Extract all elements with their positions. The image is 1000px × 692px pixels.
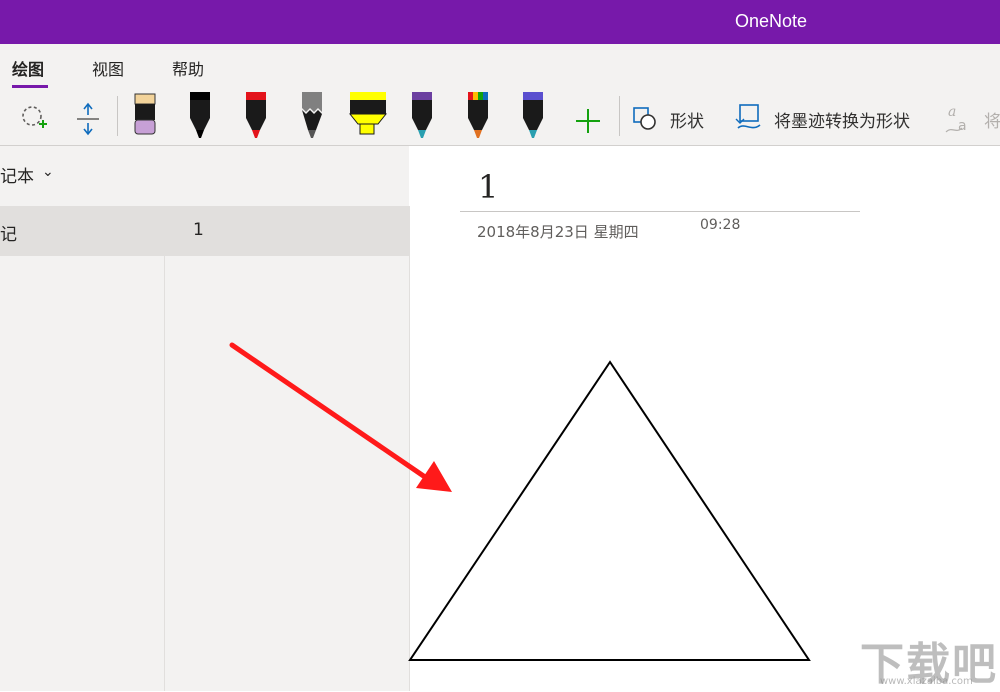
pen-black-icon xyxy=(190,92,210,138)
shapes-label: 形状 xyxy=(670,112,704,132)
eraser-icon xyxy=(134,93,156,135)
add-pen-button[interactable] xyxy=(566,92,610,142)
ribbon-toolbar: 形状 将墨迹转换为形状 a a 将 xyxy=(0,88,1000,146)
shapes-button[interactable]: 形状 xyxy=(628,92,714,142)
galaxy-pen-teal-button[interactable] xyxy=(511,92,555,142)
ink-to-shape-button[interactable]: 将墨迹转换为形状 xyxy=(732,92,922,142)
highlighter-icon xyxy=(348,92,388,135)
lasso-select-button[interactable] xyxy=(12,92,56,142)
page-time: 09:28 xyxy=(700,217,741,233)
page-item[interactable]: 1 xyxy=(165,206,409,256)
plus-icon xyxy=(576,109,600,133)
shapes-icon xyxy=(633,107,656,130)
page-title[interactable]: 1 xyxy=(478,168,498,206)
eraser-button[interactable] xyxy=(123,92,167,142)
title-bar: OneNote xyxy=(0,0,1000,44)
svg-text:a: a xyxy=(958,118,967,134)
galaxy-pen-teal-icon xyxy=(523,92,543,138)
ribbon-divider xyxy=(117,96,118,136)
ink-to-shape-icon xyxy=(735,104,761,129)
page-canvas[interactable]: 1 2018年8月23日 星期四 09:28 xyxy=(410,146,1000,691)
section-item[interactable]: 记 xyxy=(0,206,164,256)
section-list: 记 xyxy=(0,206,165,691)
pen-red-button[interactable] xyxy=(234,92,278,142)
ink-to-text-label: 将 xyxy=(984,112,1000,132)
notebook-name[interactable]: 记本 xyxy=(0,162,34,187)
ink-to-shape-label: 将墨迹转换为形状 xyxy=(774,112,910,132)
page-item-label: 1 xyxy=(193,220,204,240)
navigation-pane: 记本 ⌄ 记 1 xyxy=(0,146,410,691)
watermark-url: www.xiazaiba.com xyxy=(880,676,973,687)
pen-black-button[interactable] xyxy=(178,92,222,142)
chevron-down-icon[interactable]: ⌄ xyxy=(42,164,54,180)
add-space-icon xyxy=(77,102,99,136)
pencil-button[interactable] xyxy=(290,92,334,142)
ribbon-divider xyxy=(619,96,620,136)
pen-red-icon xyxy=(246,92,266,138)
add-space-button[interactable] xyxy=(66,92,110,142)
pencil-icon xyxy=(302,92,322,138)
page-list: 1 xyxy=(165,206,410,691)
ink-to-text-button[interactable]: a a 将 xyxy=(942,92,1000,142)
galaxy-pen-purple-icon xyxy=(412,92,432,138)
tab-view[interactable]: 视图 xyxy=(92,56,124,80)
title-underline xyxy=(460,211,860,212)
page-date: 2018年8月23日 星期四 xyxy=(477,223,639,241)
lasso-select-icon xyxy=(22,106,47,128)
app-title: OneNote xyxy=(735,11,808,31)
tab-draw[interactable]: 绘图 xyxy=(12,56,44,80)
section-label: 记 xyxy=(0,225,17,245)
galaxy-pen-purple-button[interactable] xyxy=(400,92,444,142)
galaxy-pen-rainbow-icon xyxy=(468,92,488,138)
svg-text:a: a xyxy=(948,104,956,120)
tab-help[interactable]: 帮助 xyxy=(172,56,204,80)
ink-to-text-icon: a a xyxy=(945,104,967,134)
galaxy-pen-rainbow-button[interactable] xyxy=(456,92,500,142)
ribbon-tabs: 绘图 视图 帮助 xyxy=(0,44,1000,88)
highlighter-button[interactable] xyxy=(346,92,390,142)
